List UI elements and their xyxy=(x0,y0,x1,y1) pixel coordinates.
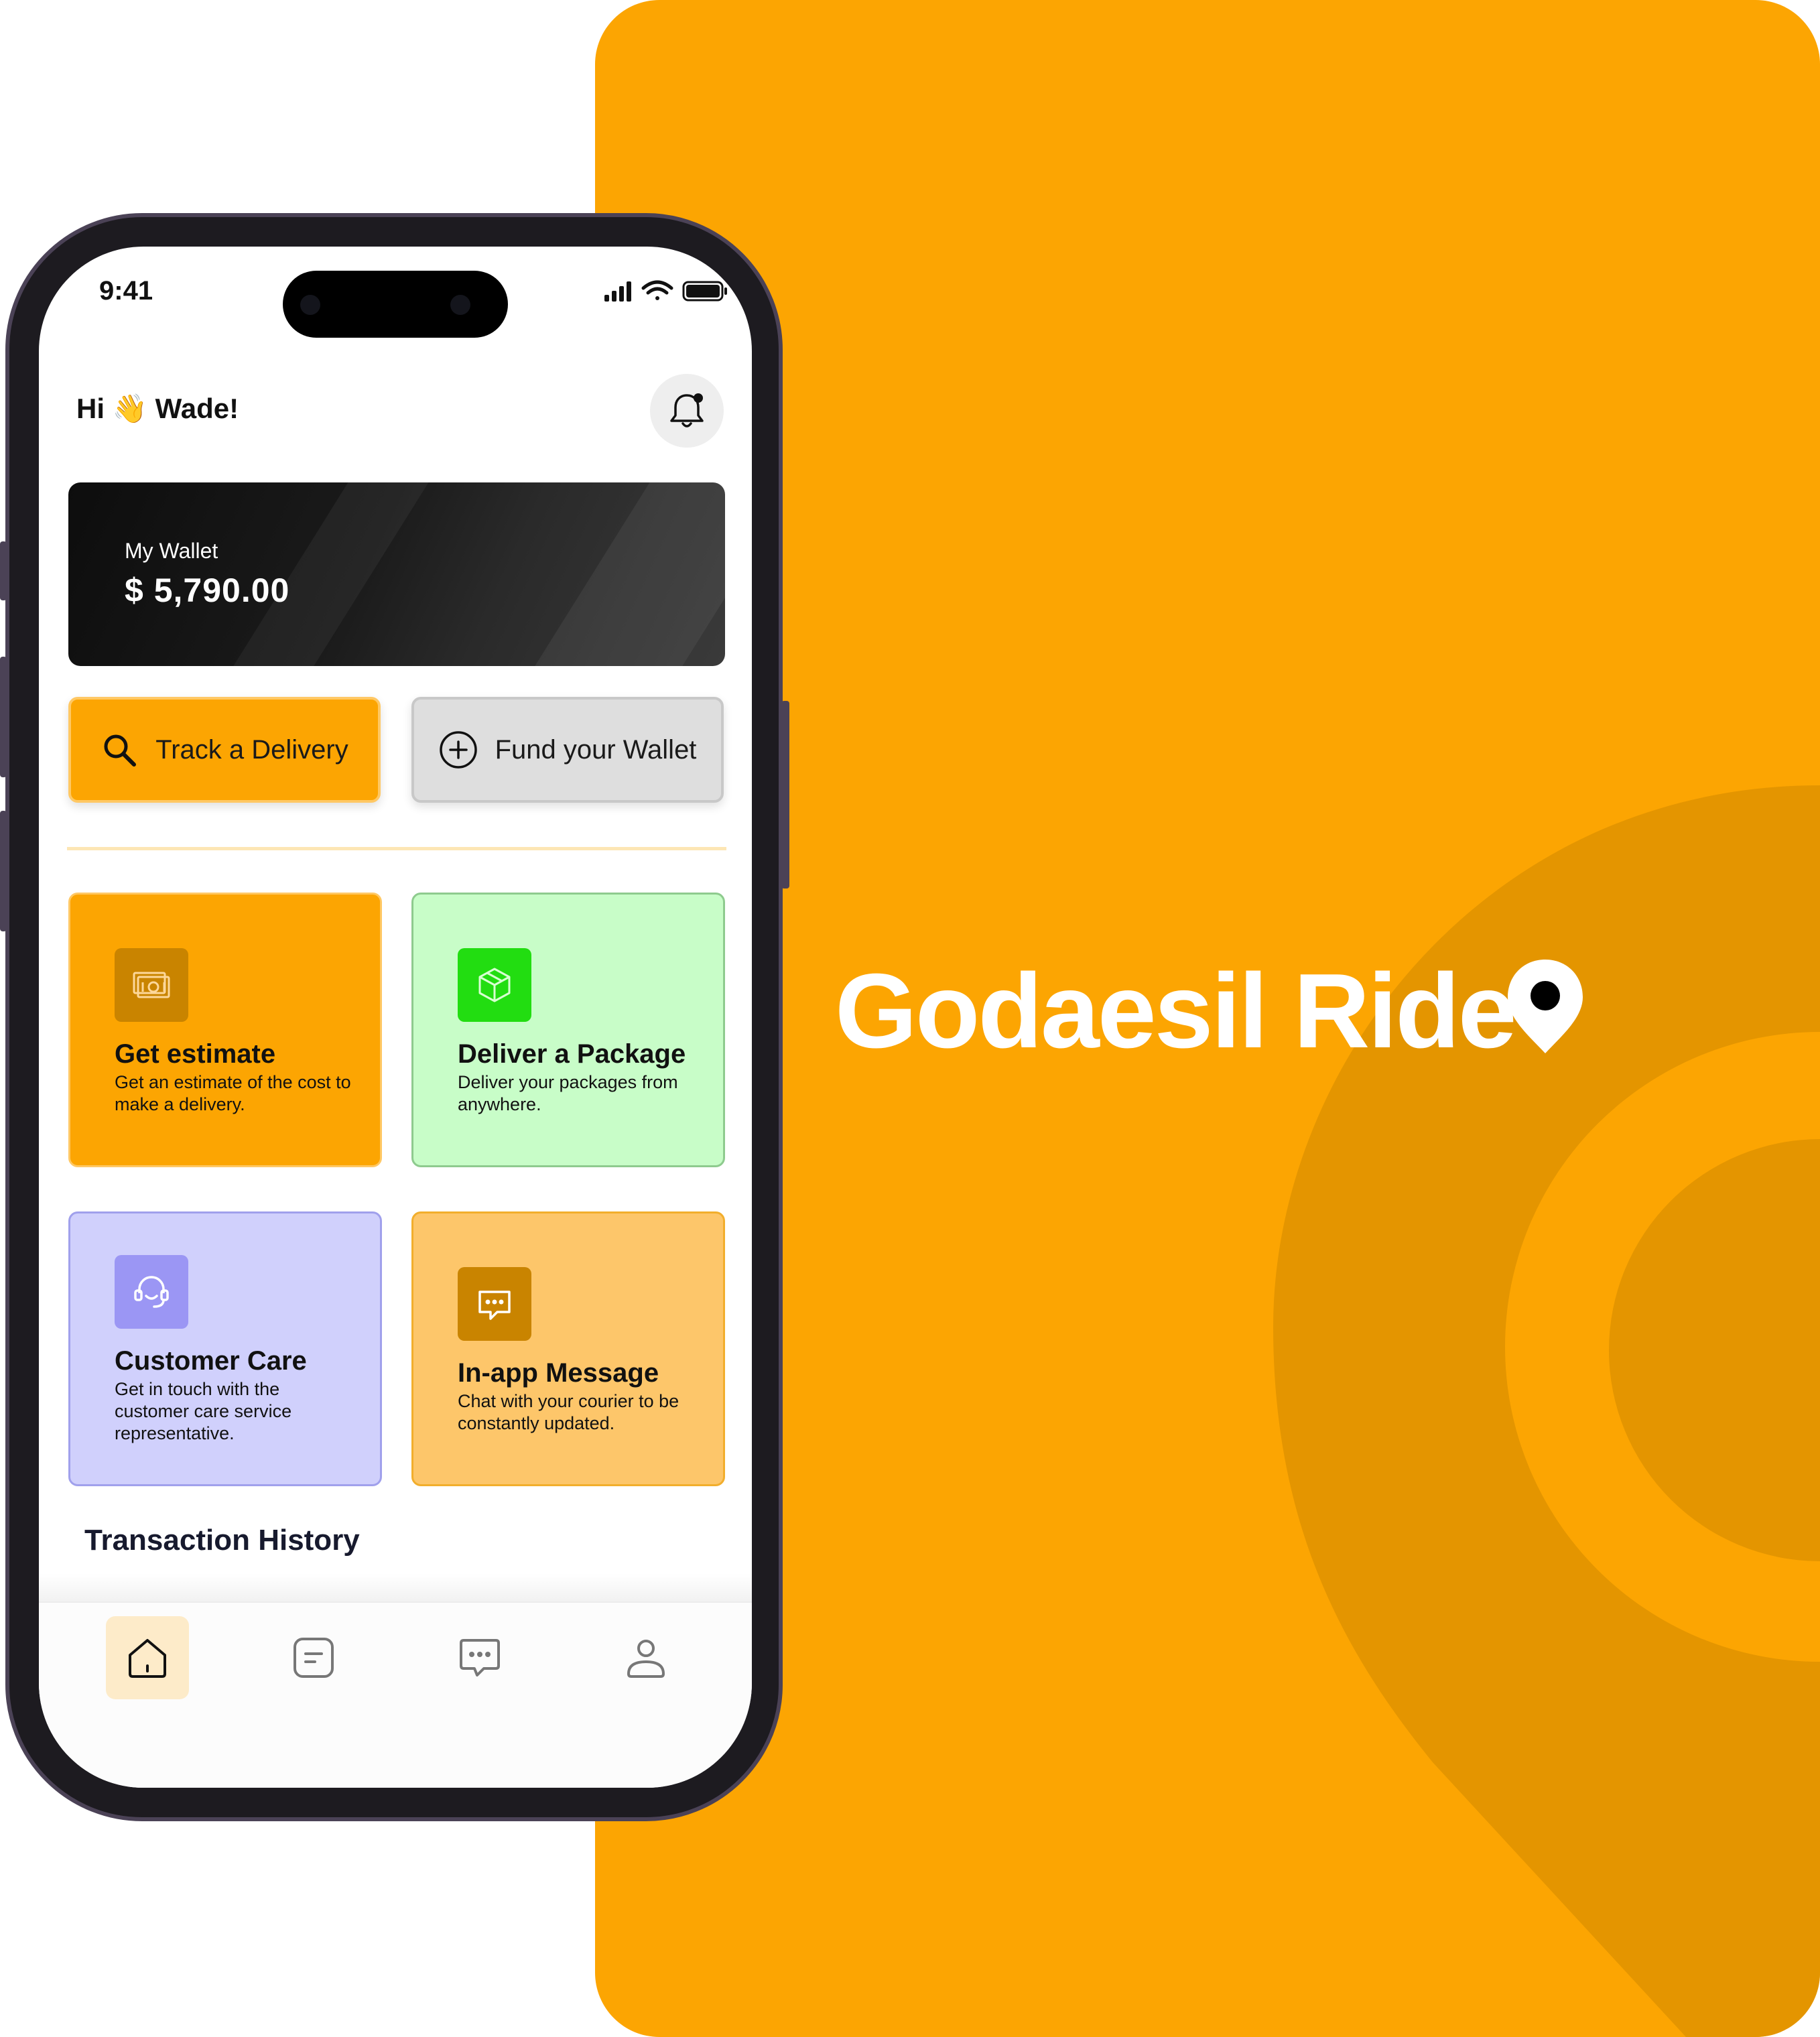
orders-icon xyxy=(294,1638,334,1678)
status-icons xyxy=(604,280,727,302)
tab-messages[interactable] xyxy=(438,1616,521,1699)
card-sheen xyxy=(515,482,725,666)
in-app-message-tile[interactable]: In-app Message Chat with your courier to… xyxy=(411,1211,725,1486)
tabbar-shadow xyxy=(39,1573,752,1603)
transaction-history-title: Transaction History xyxy=(84,1524,360,1557)
money-icon xyxy=(115,948,188,1022)
camera-lens xyxy=(300,295,320,315)
bottom-tab-bar xyxy=(39,1601,752,1788)
notification-button[interactable] xyxy=(650,374,724,448)
track-delivery-button[interactable]: Track a Delivery xyxy=(68,697,381,803)
section-divider xyxy=(67,847,726,850)
tile-title: Customer Care xyxy=(115,1346,307,1376)
messages-icon xyxy=(460,1639,500,1677)
tile-description: Get in touch with the customer care serv… xyxy=(115,1379,292,1443)
tile-title: Deliver a Package xyxy=(458,1039,686,1069)
brand-pin-icon xyxy=(1508,960,1583,1053)
plus-circle-icon xyxy=(439,731,477,769)
dynamic-island xyxy=(283,271,508,338)
fund-wallet-label: Fund your Wallet xyxy=(495,734,697,765)
wifi-icon xyxy=(641,280,673,300)
signal-icon xyxy=(604,281,631,302)
headset-icon xyxy=(115,1255,188,1329)
tab-orders[interactable] xyxy=(272,1616,355,1699)
brand-name: Godaesil Ride xyxy=(835,952,1517,1070)
search-icon xyxy=(104,734,137,767)
wallet-label: My Wallet xyxy=(125,539,218,563)
tab-home[interactable] xyxy=(106,1616,189,1699)
tile-description: Deliver your packages from anywhere. xyxy=(458,1072,678,1114)
wallet-card[interactable]: My Wallet $ 5,790.00 xyxy=(68,482,725,666)
battery-icon xyxy=(682,281,727,302)
package-icon xyxy=(458,948,531,1022)
tile-description: Get an estimate of the cost to make a de… xyxy=(115,1072,351,1114)
tile-title: Get estimate xyxy=(115,1039,276,1069)
chat-icon xyxy=(458,1267,531,1341)
sensor-lens xyxy=(450,295,470,315)
fund-wallet-button[interactable]: Fund your Wallet xyxy=(411,697,724,803)
wallet-balance: $ 5,790.00 xyxy=(125,572,290,609)
get-estimate-tile[interactable]: Get estimate Get an estimate of the cost… xyxy=(68,893,382,1167)
greeting: Hi 👋 Wade! xyxy=(76,393,239,424)
tile-description: Chat with your courier to be constantly … xyxy=(458,1391,679,1433)
status-time: 9:41 xyxy=(99,276,153,306)
tile-title: In-app Message xyxy=(458,1358,659,1388)
track-delivery-label: Track a Delivery xyxy=(155,734,348,765)
bell-icon xyxy=(670,393,704,428)
customer-care-tile[interactable]: Customer Care Get in touch with the cust… xyxy=(68,1211,382,1486)
deliver-package-tile[interactable]: Deliver a Package Deliver your packages … xyxy=(411,893,725,1167)
phone-screen: 9:41 Hi 👋 Wade! My Wallet $ 5,790.00 Tra… xyxy=(39,247,752,1788)
profile-icon xyxy=(627,1640,665,1678)
home-icon xyxy=(129,1639,166,1678)
tab-profile[interactable] xyxy=(604,1616,688,1699)
